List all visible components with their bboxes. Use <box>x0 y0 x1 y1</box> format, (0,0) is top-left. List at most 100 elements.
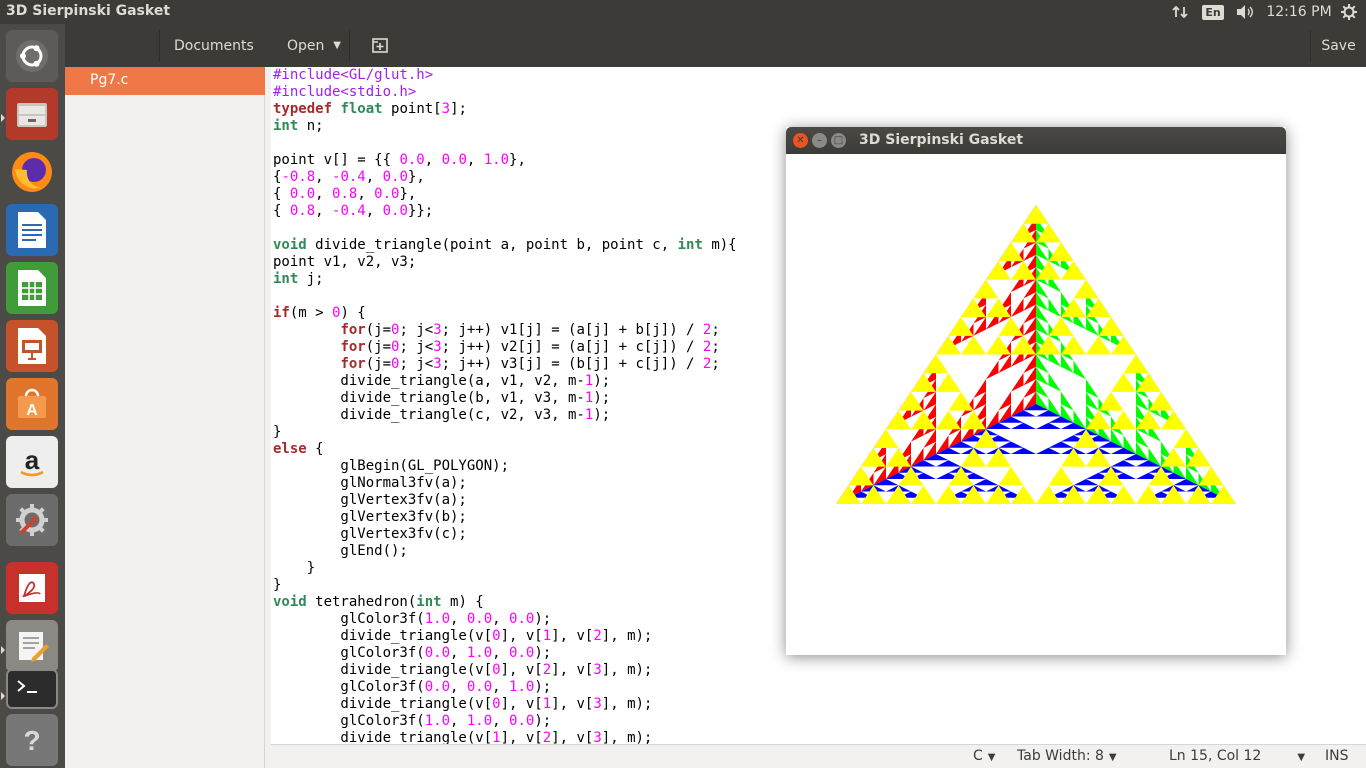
code-token: n; <box>298 118 324 134</box>
volume-icon[interactable] <box>1234 0 1256 24</box>
gasket-triangle <box>986 360 999 380</box>
code-token: glColor3f( <box>273 611 425 627</box>
code-token: , <box>315 186 333 202</box>
gasket-triangle <box>998 441 1024 448</box>
code-token: ); <box>534 679 552 695</box>
gasket-triangle <box>1061 447 1086 467</box>
clock[interactable]: 12:16 PM <box>1266 0 1332 24</box>
settings-gear-icon[interactable] <box>1338 0 1360 24</box>
code-token: 0.0 <box>509 713 535 729</box>
keyboard-language-indicator[interactable]: En <box>1202 0 1224 24</box>
code-token: divide_triangle(b, v1, v3, m- <box>273 390 585 406</box>
gasket-triangle <box>1098 317 1124 336</box>
code-token: 3 <box>441 101 451 117</box>
code-token: 3 <box>433 339 442 355</box>
gl-window: ✕ – □ 3D Sierpinski Gasket <box>786 127 1286 655</box>
code-token: glVertex3fv(c); <box>273 526 467 542</box>
save-button[interactable]: Save <box>1310 30 1366 62</box>
code-token: 1.0 <box>509 679 535 695</box>
code-token: }, <box>509 152 526 168</box>
files-icon[interactable] <box>6 88 58 140</box>
code-token: 1.0 <box>424 611 451 627</box>
close-icon[interactable]: ✕ <box>793 133 808 148</box>
code-token: int <box>677 237 703 253</box>
gasket-triangle <box>1023 205 1049 224</box>
code-token: { <box>273 186 290 202</box>
help-icon[interactable]: ? <box>6 714 58 766</box>
firefox-icon[interactable] <box>6 146 58 198</box>
open-button[interactable]: Open ▼ <box>278 30 350 62</box>
gasket-triangle <box>1148 391 1174 411</box>
file-name: Pg7.c <box>90 72 129 88</box>
code-token: 2 <box>542 730 552 744</box>
system-settings-icon[interactable] <box>6 494 58 546</box>
code-token: 0 <box>492 628 501 644</box>
code-token: m) { <box>441 594 484 610</box>
gasket-triangle <box>1011 372 1024 392</box>
code-token: , <box>492 611 510 627</box>
code-token: glColor3f( <box>273 679 425 695</box>
code-token: 1 <box>492 730 501 744</box>
code-token: ; j< <box>399 339 434 355</box>
code-token: 0.0 <box>399 152 425 168</box>
code-line: void tetrahedron(int m) { <box>273 594 737 611</box>
code-token: glEnd(); <box>273 543 408 559</box>
code-line: } <box>273 560 737 577</box>
code-token: 1.0 <box>466 713 493 729</box>
code-token: float <box>340 101 383 117</box>
code-token: ); <box>593 390 611 406</box>
code-token: 0.0 <box>509 611 535 627</box>
code-token: , <box>315 203 333 219</box>
libreoffice-calc-icon[interactable] <box>6 262 58 314</box>
tab-width-selector[interactable]: Tab Width: 8 ▼ <box>1017 748 1117 764</box>
libreoffice-writer-icon[interactable] <box>6 204 58 256</box>
code-token: ], v[ <box>551 662 594 678</box>
code-line: glVertex3fv(c); <box>273 526 737 543</box>
maximize-icon[interactable]: □ <box>831 133 846 148</box>
code-line: divide_triangle(a, v1, v2, m-1); <box>273 373 737 390</box>
code-token: 0.0 <box>466 611 493 627</box>
code-text: #include<GL/glut.h> #include<stdio.h> type… <box>273 67 737 744</box>
code-token: 0.0 <box>441 152 467 168</box>
code-token: ], v[ <box>500 696 543 712</box>
open-label: Open <box>287 38 325 54</box>
code-token: 1 <box>542 696 552 712</box>
code-token: ], v[ <box>551 730 594 744</box>
language-selector[interactable]: C ▼ <box>973 748 995 764</box>
code-token: divide_triangle(v[ <box>273 662 493 678</box>
code-token: 0.0 <box>424 645 451 661</box>
code-token: ], m); <box>601 628 653 644</box>
gl-canvas[interactable] <box>786 154 1286 655</box>
ubuntu-software-icon[interactable]: A <box>6 378 58 430</box>
terminal-icon[interactable] <box>6 669 58 709</box>
minimize-icon[interactable]: – <box>812 133 827 148</box>
code-token: divide_triangle(c, v2, v3, m- <box>273 407 585 423</box>
code-token: glVertex3fv(b); <box>273 509 467 525</box>
text-editor-icon[interactable] <box>6 620 58 672</box>
code-token: ); <box>593 407 611 423</box>
code-token: , <box>365 169 383 185</box>
file-item-pg7[interactable]: Pg7.c <box>65 67 265 95</box>
gasket-triangle <box>898 391 924 411</box>
libreoffice-impress-icon[interactable] <box>6 320 58 372</box>
language-label: C <box>973 748 983 764</box>
code-token: -0.4 <box>332 169 366 185</box>
cursor-position-selector[interactable]: Ln 15, Col 12 ▼ <box>1169 748 1305 764</box>
insert-mode-indicator: INS <box>1325 748 1349 764</box>
gasket-triangle <box>936 460 961 467</box>
code-token: 3 <box>433 322 442 338</box>
code-token: 3 <box>593 696 602 712</box>
gasket-triangle <box>1111 410 1136 430</box>
amazon-icon[interactable]: a <box>6 436 58 488</box>
code-token: ; j< <box>399 356 434 372</box>
code-token: 0 <box>492 662 501 678</box>
new-tab-button[interactable] <box>368 33 392 57</box>
gl-window-titlebar[interactable]: ✕ – □ 3D Sierpinski Gasket <box>786 127 1286 154</box>
code-token: point v1, v2, v3; <box>273 254 417 270</box>
ubuntu-dash-icon[interactable] <box>6 30 58 82</box>
document-viewer-icon[interactable] <box>6 562 58 614</box>
network-icon[interactable] <box>1168 0 1192 24</box>
code-token: , <box>450 679 467 695</box>
gedit-toolbar: Open ▼ Save <box>270 24 1366 67</box>
code-token: }}; <box>407 203 434 219</box>
